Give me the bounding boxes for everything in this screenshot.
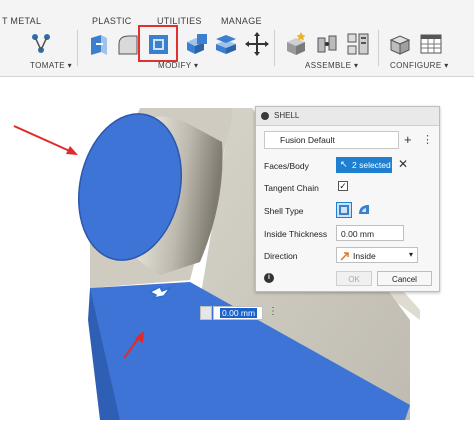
- toolbar: T METAL PLASTIC UTILITIES MANAGE TOMATE: [0, 0, 474, 77]
- thickness-field[interactable]: 0.00 mm: [213, 306, 263, 320]
- shell-type-rounded-icon[interactable]: [356, 202, 372, 218]
- tab-manage[interactable]: MANAGE: [221, 16, 262, 26]
- shell-dialog: SHELL Fusion Default + ⋮ Faces/Body ↖ 2 …: [255, 106, 440, 292]
- combine-icon[interactable]: [184, 30, 210, 58]
- tool-highlight: [138, 25, 178, 62]
- automate-group-label[interactable]: TOMATE ▾: [30, 61, 72, 70]
- direction-value: Inside: [353, 251, 376, 261]
- inside-thickness-value: 0.00 mm: [341, 229, 375, 239]
- tangent-label: Tangent Chain: [264, 183, 319, 193]
- faces-selection-button[interactable]: ↖ 2 selected: [336, 157, 392, 173]
- preset-dropdown[interactable]: Fusion Default: [264, 131, 399, 149]
- shell-type-sharp-icon[interactable]: [336, 202, 352, 218]
- change-parameters-icon[interactable]: [387, 30, 413, 58]
- tab-plastic[interactable]: PLASTIC: [92, 16, 132, 26]
- annotation-arrowhead-top: [66, 146, 78, 155]
- preset-value: Fusion Default: [280, 135, 335, 145]
- preset-more-icon[interactable]: ⋮: [422, 133, 433, 146]
- direction-select[interactable]: Inside ▾: [336, 247, 418, 263]
- press-pull-icon[interactable]: [86, 30, 112, 58]
- shell-type-label: Shell Type: [264, 206, 304, 216]
- dialog-header[interactable]: SHELL: [256, 107, 439, 126]
- clear-selection-icon[interactable]: ✕: [398, 157, 408, 171]
- collapse-icon[interactable]: [261, 112, 269, 120]
- joint-origin-icon[interactable]: [345, 30, 371, 58]
- separator: [77, 30, 78, 66]
- move-icon[interactable]: [244, 30, 270, 58]
- thickness-value: 0.00 mm: [220, 308, 258, 318]
- cancel-button[interactable]: Cancel: [377, 271, 432, 286]
- configure-table-icon[interactable]: [418, 30, 444, 58]
- ok-button[interactable]: OK: [336, 271, 372, 286]
- more-icon[interactable]: ⋮: [268, 306, 278, 317]
- separator: [274, 30, 275, 66]
- faces-count: 2 selected: [352, 160, 391, 170]
- automate-icon[interactable]: [28, 30, 54, 58]
- direction-icon: [340, 252, 349, 261]
- add-preset-icon[interactable]: +: [404, 132, 412, 147]
- cursor-icon: ↖: [340, 159, 348, 169]
- direction-label: Direction: [264, 251, 298, 261]
- joint-icon[interactable]: [314, 30, 340, 58]
- tangent-chain-checkbox[interactable]: ✓: [338, 181, 348, 191]
- new-component-icon[interactable]: [283, 30, 309, 58]
- drag-handle[interactable]: [200, 306, 212, 320]
- inside-thickness-input[interactable]: 0.00 mm: [336, 225, 404, 241]
- offset-faces-icon[interactable]: [213, 30, 239, 58]
- configure-group-label[interactable]: CONFIGURE ▾: [390, 61, 449, 70]
- thickness-label: Inside Thickness: [264, 229, 328, 239]
- chevron-down-icon: ▾: [408, 250, 413, 259]
- tab-sheet-metal[interactable]: T METAL: [2, 16, 41, 26]
- modify-group-label[interactable]: MODIFY ▾: [158, 61, 198, 70]
- info-icon[interactable]: i: [264, 273, 274, 283]
- assemble-group-label[interactable]: ASSEMBLE ▾: [305, 61, 358, 70]
- separator: [378, 30, 379, 66]
- dialog-title: SHELL: [274, 111, 300, 120]
- faces-label: Faces/Body: [264, 161, 309, 171]
- annotation-arrow-top: [13, 125, 73, 153]
- canvas-thickness-input[interactable]: 0.00 mm ⋮: [200, 306, 280, 320]
